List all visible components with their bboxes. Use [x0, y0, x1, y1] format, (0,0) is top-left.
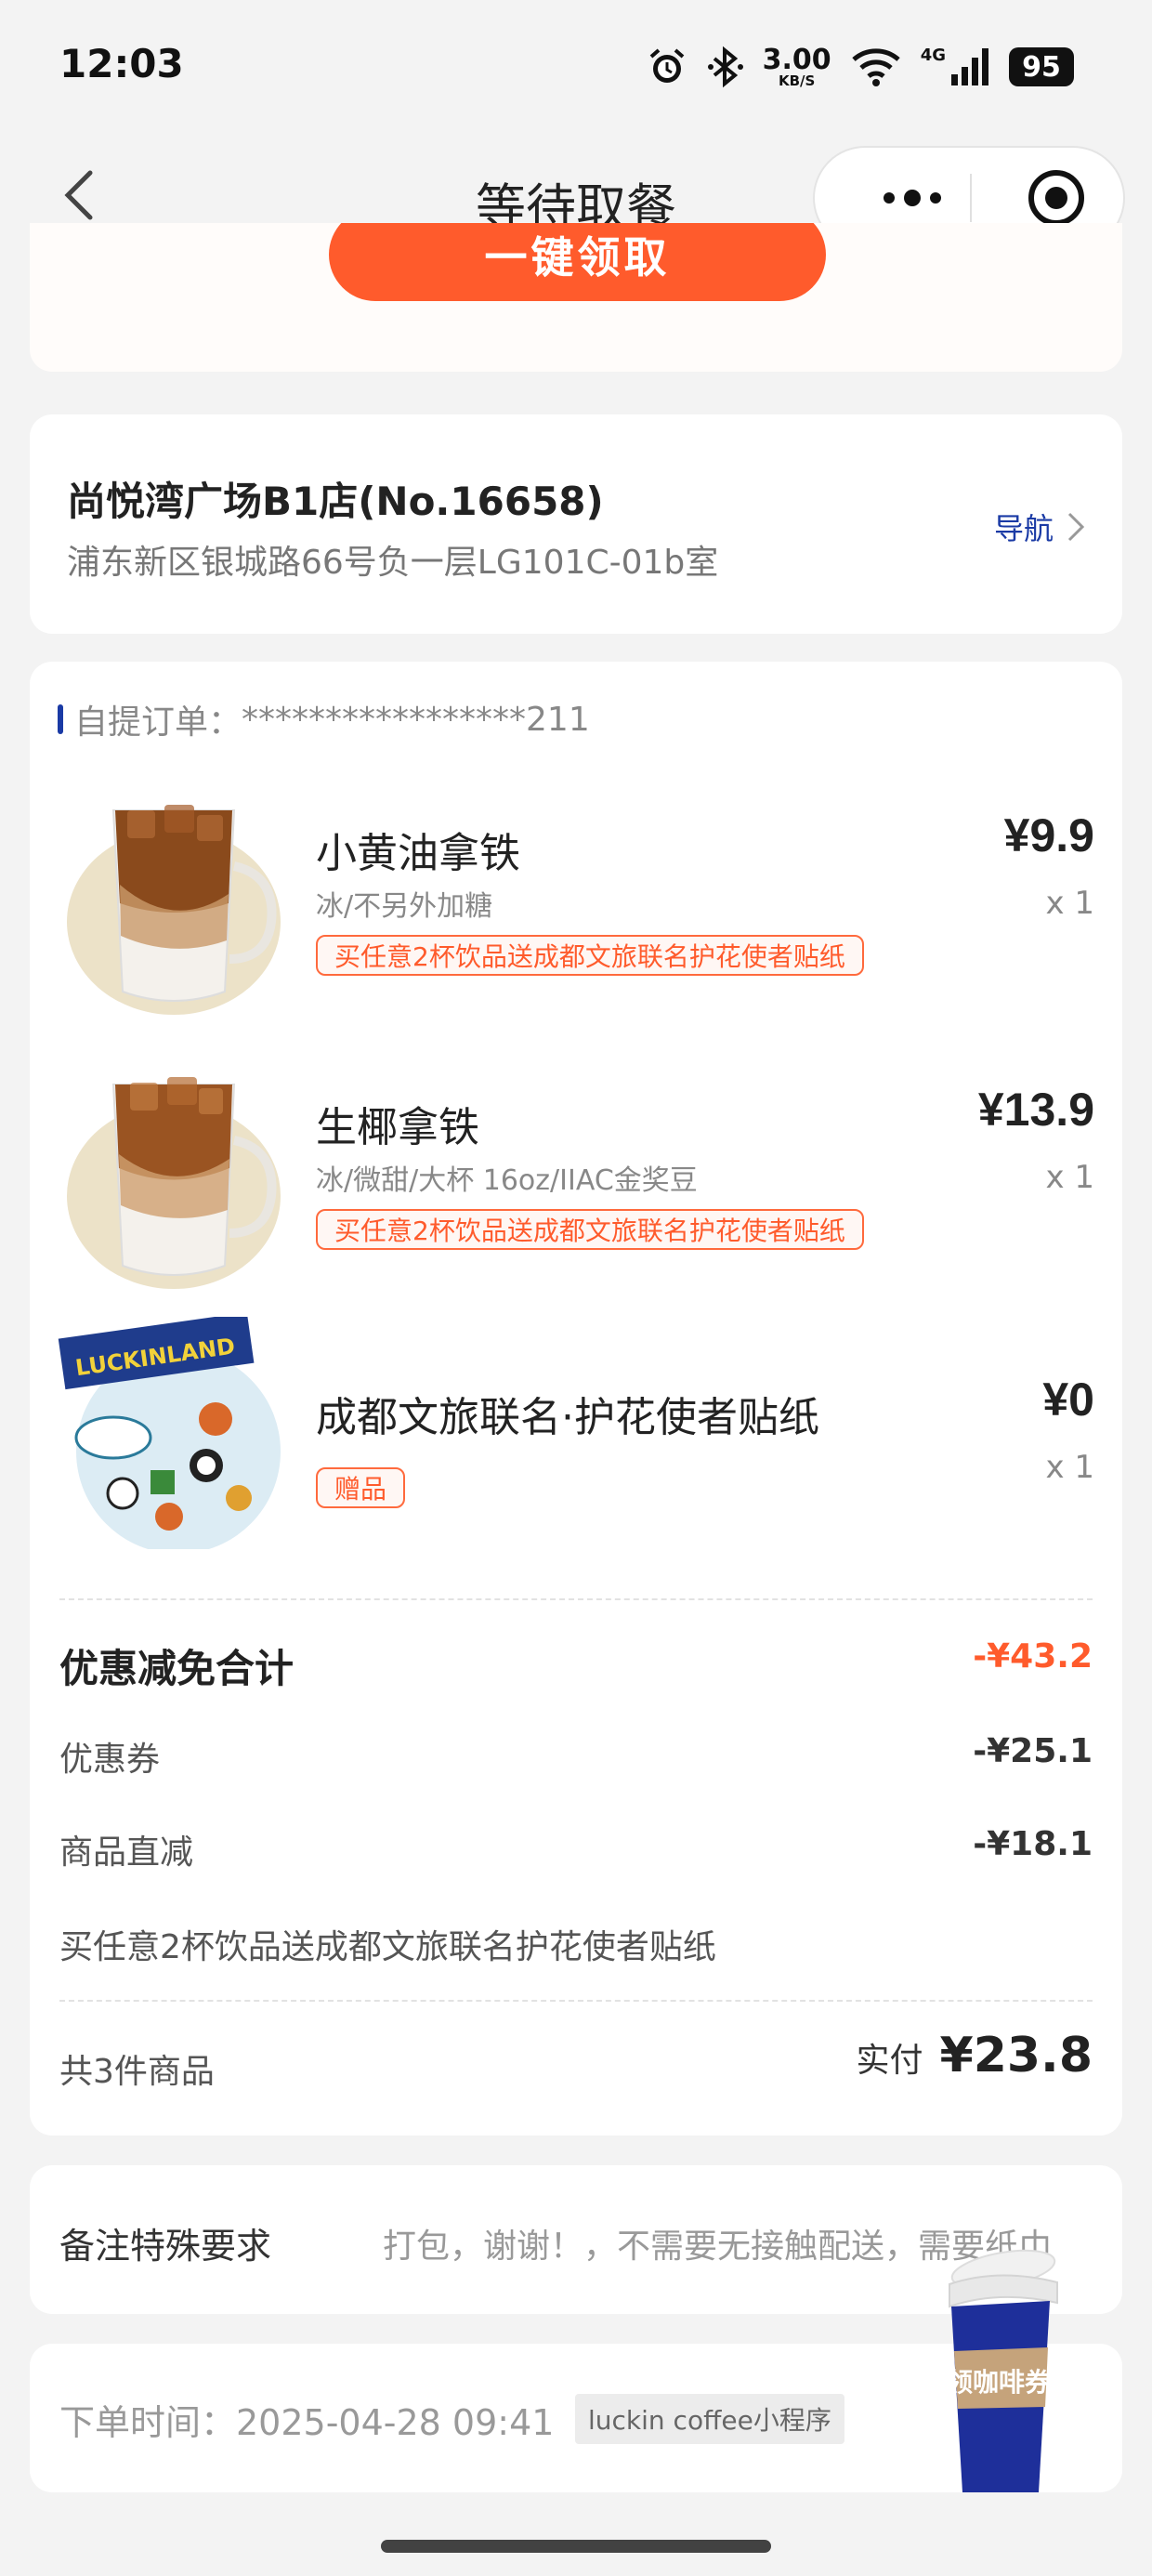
item-price: ¥9.9: [1003, 809, 1094, 861]
store-name: 尚悦湾广场B1店(No.16658): [67, 479, 604, 524]
total-row: 共3件商品 实付 ¥23.8: [59, 2028, 1093, 2102]
order-item[interactable]: 小黄油拿铁 冰/不另外加糖 买任意2杯饮品送成都文旅联名护花使者贴纸 ¥9.9 …: [30, 782, 1122, 1033]
net-speed: 3.00 KB/S: [762, 43, 831, 89]
discount-title: 优惠减免合计: [59, 1646, 295, 1691]
accent-bar: [58, 704, 63, 734]
bluetooth-icon: [707, 46, 744, 88]
alarm-icon: [646, 46, 688, 88]
capsule-divider: [970, 174, 972, 222]
item-name: 小黄油拿铁: [316, 830, 520, 877]
store-address: 浦东新区银城路66号负一层LG101C-01b室: [67, 544, 719, 582]
order-number-masked: *****************211: [242, 700, 590, 739]
claim-all-button[interactable]: 一键领取: [329, 223, 826, 301]
discount-total-row: 优惠减免合计 -¥43.2: [59, 1637, 1093, 1693]
order-item[interactable]: 生椰拿铁 冰/微甜/大杯 16oz/IIAC金奖豆 买任意2杯饮品送成都文旅联名…: [30, 1057, 1122, 1308]
direct-discount-value: -¥18.1: [973, 1825, 1093, 1863]
order-card: 自提订单： *****************211 小黄油拿铁 冰/不另外加糖…: [30, 662, 1122, 2136]
navigate-button[interactable]: 导航: [994, 506, 1085, 548]
item-spec: 冰/微甜/大杯 16oz/IIAC金奖豆: [316, 1164, 698, 1197]
order-number: 自提订单： *****************211: [58, 695, 590, 743]
item-spec: 冰/不另外加糖: [316, 890, 493, 923]
signal-icon: [949, 46, 990, 87]
coupon-label: 优惠券: [59, 1741, 161, 1779]
item-quantity: x 1: [1045, 1159, 1094, 1196]
paid-label: 实付: [856, 2042, 923, 2080]
order-item[interactable]: LUCKINLAND 成都文旅联名·护花使者贴纸 赠品 ¥0 x 1: [30, 1317, 1122, 1568]
coupon-value: -¥25.1: [973, 1732, 1093, 1770]
target-circle-icon: [1028, 170, 1084, 226]
divider: [59, 2000, 1093, 2002]
coconut-latte-image: [67, 1077, 281, 1289]
paid-amount: 实付 ¥23.8: [857, 2028, 1093, 2083]
item-name: 生椰拿铁: [316, 1104, 479, 1151]
status-icons: 3.00 KB/S 4G 95: [646, 39, 1074, 95]
divider: [59, 1598, 1093, 1600]
direct-discount-label: 商品直减: [59, 1833, 194, 1872]
coffee-coupon-float-button[interactable]: 领咖啡券: [929, 2249, 1068, 2500]
battery-indicator: 95: [1009, 47, 1074, 86]
item-price: ¥13.9: [977, 1084, 1094, 1136]
item-quantity: x 1: [1045, 885, 1094, 922]
order-channel-badge: luckin coffee小程序: [575, 2394, 844, 2444]
discount-total: -¥43.2: [973, 1637, 1093, 1676]
sticker-image: LUCKINLAND: [58, 1317, 281, 1549]
paid-value: ¥23.8: [939, 2028, 1093, 2083]
chevron-right-icon: [1067, 512, 1085, 542]
navigate-label: 导航: [993, 511, 1054, 546]
item-quantity: x 1: [1045, 1449, 1094, 1486]
store-card: 尚悦湾广场B1店(No.16658) 浦东新区银城路66号负一层LG101C-0…: [30, 414, 1122, 634]
iced-latte-image: [67, 805, 281, 1015]
item-count: 共3件商品: [59, 2053, 215, 2091]
item-price: ¥0: [1042, 1373, 1094, 1426]
item-promo-tag: 买任意2杯饮品送成都文旅联名护花使者贴纸: [316, 1209, 864, 1250]
promo-card: 一键领取: [30, 223, 1122, 372]
network-type: 4G: [920, 45, 946, 65]
promo-note: 买任意2杯饮品送成都文旅联名护花使者贴纸: [59, 1928, 716, 1966]
promo-note-row: 买任意2杯饮品送成都文旅联名护花使者贴纸: [59, 1920, 1093, 1966]
item-promo-tag: 买任意2杯饮品送成都文旅联名护花使者贴纸: [316, 935, 864, 976]
direct-discount-row: 商品直减 -¥18.1: [59, 1825, 1093, 1872]
order-label: 自提订单：: [74, 703, 242, 742]
order-time: 下单时间：2025-04-28 09:41: [59, 2402, 555, 2443]
item-name: 成都文旅联名·护花使者贴纸: [316, 1394, 819, 1441]
coupon-row: 优惠券 -¥25.1: [59, 1732, 1093, 1779]
more-dots-icon: [884, 190, 941, 206]
status-time: 12:03: [59, 41, 184, 86]
coffee-coupon-label: 领咖啡券: [946, 2367, 1051, 2398]
wifi-icon: [850, 46, 902, 87]
remark-label: 备注特殊要求: [59, 2226, 272, 2267]
gift-tag: 赠品: [316, 1467, 406, 1508]
home-indicator[interactable]: [381, 2540, 771, 2553]
status-bar: 12:03 3.00 KB/S 4G 95: [0, 0, 1152, 135]
